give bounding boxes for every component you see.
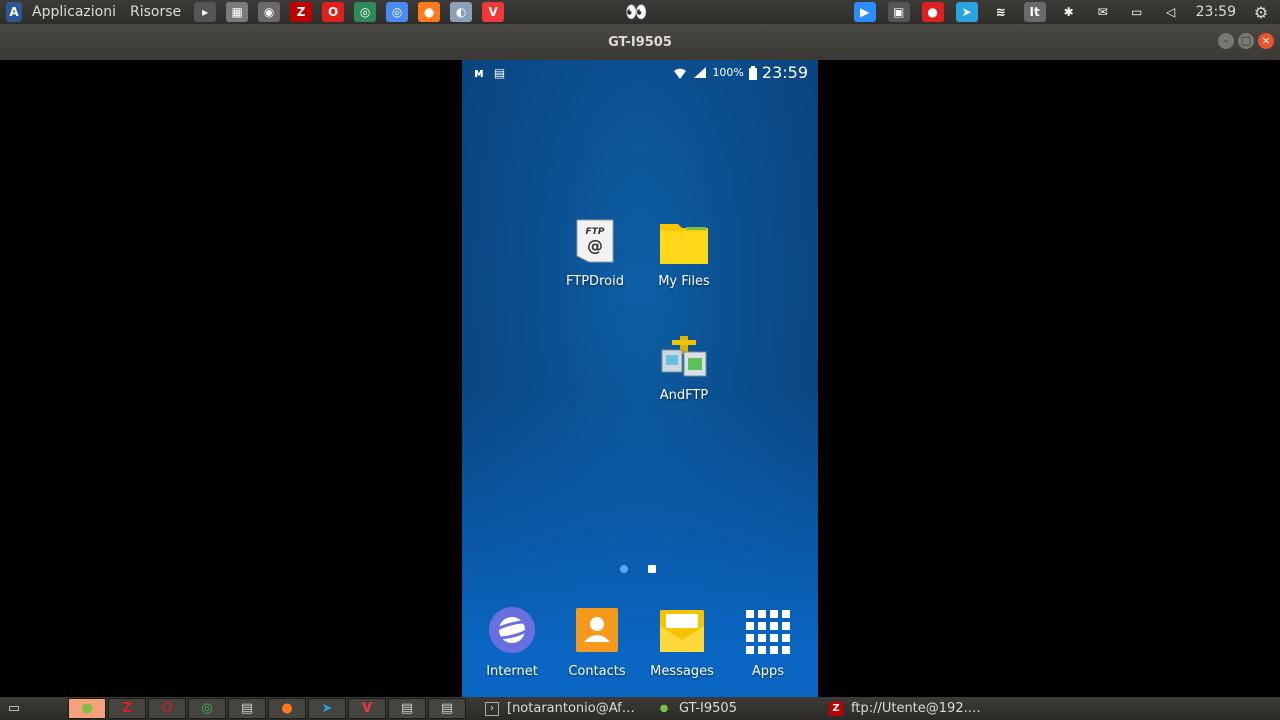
app-label: Contacts <box>568 664 626 679</box>
contacts-icon <box>571 606 623 658</box>
task-gt-i9505[interactable]: ● GT-I9505 <box>647 698 819 719</box>
page-dot[interactable] <box>620 565 628 573</box>
opera-icon[interactable]: O <box>322 2 345 22</box>
firefox-icon[interactable]: ● <box>418 2 441 22</box>
notification-m-icon: ᴍ <box>474 66 484 80</box>
taskbar-files-2[interactable]: ▤ <box>388 698 426 719</box>
app-label: AndFTP <box>659 388 709 403</box>
ftpdroid-icon: FTP @ <box>569 216 621 268</box>
taskbar-files[interactable]: ▤ <box>228 698 266 719</box>
terminal-icon[interactable]: ▸ <box>194 2 217 22</box>
dock-contacts[interactable]: Contacts <box>557 606 637 679</box>
svg-text:@: @ <box>587 236 603 255</box>
taskbar-filezilla[interactable]: Z <box>108 698 146 719</box>
app-label: FTPDroid <box>566 274 624 289</box>
bluetooth-icon[interactable]: ✱ <box>1058 2 1080 22</box>
android-icon: ● <box>659 703 669 714</box>
phone-screen[interactable]: ᴍ ▤ 100% 23:59 FTP @ FTPDroid My Files A… <box>462 60 818 697</box>
status-right-icons: 100% 23:59 <box>672 63 808 82</box>
clock[interactable]: 23:59 <box>1196 4 1236 20</box>
phone-clock: 23:59 <box>761 63 808 82</box>
page-indicator <box>620 565 656 573</box>
chrome-icon[interactable]: ◎ <box>354 2 377 22</box>
taskbar-telegram[interactable]: ➤ <box>308 698 346 719</box>
panel-launchers: ▸ ▦ ◉ Z O ◎ ◎ ● ◐ V <box>189 2 509 22</box>
battery-icon[interactable]: ▭ <box>1126 2 1148 22</box>
telegram-icon[interactable]: ➤ <box>955 2 978 22</box>
wifi-icon <box>674 68 687 79</box>
taskbar-vivaldi[interactable]: V <box>348 698 386 719</box>
applications-menu[interactable]: Applicazioni <box>28 4 120 20</box>
mail-icon[interactable]: ✉ <box>1092 2 1114 22</box>
keyboard-layout-icon[interactable]: It <box>1023 2 1046 22</box>
record-icon[interactable]: ● <box>921 2 944 22</box>
top-panel: A Applicazioni Risorse ▸ ▦ ◉ Z O ◎ ◎ ● ◐ V 👀 ▶ ▣ ● ➤… <box>0 0 1280 24</box>
taskbar-firefox[interactable]: ● <box>268 698 306 719</box>
app-label: My Files <box>658 274 710 289</box>
system-tray: ▶ ▣ ● ➤ ≋ It ✱ ✉ ▭ ◁ 23:59 ⚙ <box>848 0 1276 24</box>
android-status-bar[interactable]: ᴍ ▤ 100% 23:59 <box>462 60 818 86</box>
vivaldi-icon[interactable]: V <box>482 2 505 22</box>
apps-grid-icon <box>742 606 794 658</box>
globe-icon[interactable]: ◐ <box>450 2 473 22</box>
task-label: GT-I9505 <box>679 701 737 716</box>
battery-percent: 100% <box>712 66 744 79</box>
andftp-icon <box>658 330 710 382</box>
window-title-bar[interactable]: GT-I9505 – □ × <box>0 24 1280 60</box>
task-filezilla[interactable]: Z ftp://Utente@192.… <box>819 698 991 719</box>
dock-apps[interactable]: Apps <box>728 606 808 679</box>
app-label: Internet <box>486 664 538 679</box>
messages-icon <box>656 606 708 658</box>
taskbar-chrome[interactable]: ◎ <box>188 698 226 719</box>
battery-icon <box>748 65 757 80</box>
app-andftp[interactable]: AndFTP <box>644 330 724 403</box>
places-menu[interactable]: Risorse <box>126 4 185 20</box>
screenshot-icon[interactable]: ◉ <box>258 2 281 22</box>
internet-icon <box>486 606 538 658</box>
zoom-icon[interactable]: ▶ <box>853 2 876 22</box>
taskbar-files-3[interactable]: ▤ <box>428 698 466 719</box>
wifi-icon[interactable]: ≋ <box>990 2 1012 22</box>
filezilla-icon[interactable]: Z <box>290 2 313 22</box>
gear-icon[interactable]: ⚙ <box>1250 2 1272 22</box>
panel-menus: A Applicazioni Risorse <box>0 2 185 22</box>
notification-doc-icon: ▤ <box>493 66 506 80</box>
chromium-icon[interactable]: ◎ <box>386 2 409 22</box>
volume-icon[interactable]: ◁ <box>1160 2 1182 22</box>
signal-icon <box>694 67 707 78</box>
screen-share-icon[interactable]: ▣ <box>887 2 910 22</box>
eyes-applet-icon: 👀 <box>625 2 647 23</box>
app-ftpdroid[interactable]: FTP @ FTPDroid <box>555 216 635 289</box>
close-button[interactable]: × <box>1258 33 1274 49</box>
window-controls: – □ × <box>1218 33 1274 49</box>
app-my-files[interactable]: My Files <box>644 216 724 289</box>
terminal-icon: › <box>485 701 499 716</box>
taskbar-android-launcher[interactable]: ● <box>68 698 106 719</box>
maximize-button[interactable]: □ <box>1238 33 1254 49</box>
taskbar-opera[interactable]: O <box>148 698 186 719</box>
page-dot-active[interactable] <box>648 565 656 573</box>
status-left-icons: ᴍ ▤ <box>474 66 505 80</box>
window-title: GT-I9505 <box>608 34 672 50</box>
ubuntu-app-icon[interactable]: A <box>6 2 22 22</box>
minimize-button[interactable]: – <box>1218 33 1234 49</box>
calculator-icon[interactable]: ▦ <box>226 2 249 22</box>
task-label: ftp://Utente@192.… <box>851 701 981 716</box>
folder-icon <box>658 216 710 268</box>
task-label: [notarantonio@Af… <box>507 701 635 716</box>
filezilla-icon: Z <box>829 701 843 716</box>
task-terminal[interactable]: › [notarantonio@Af… <box>475 698 647 719</box>
dock-internet[interactable]: Internet <box>472 606 552 679</box>
app-label: Apps <box>751 664 785 679</box>
bottom-taskbar: ▭ ● Z O ◎ ▤ ● ➤ V ▤ ▤ › [notarantonio@Af… <box>0 697 1280 720</box>
app-label: Messages <box>650 664 714 679</box>
dock-messages[interactable]: Messages <box>642 606 722 679</box>
show-desktop-button[interactable]: ▭ <box>1 698 27 719</box>
